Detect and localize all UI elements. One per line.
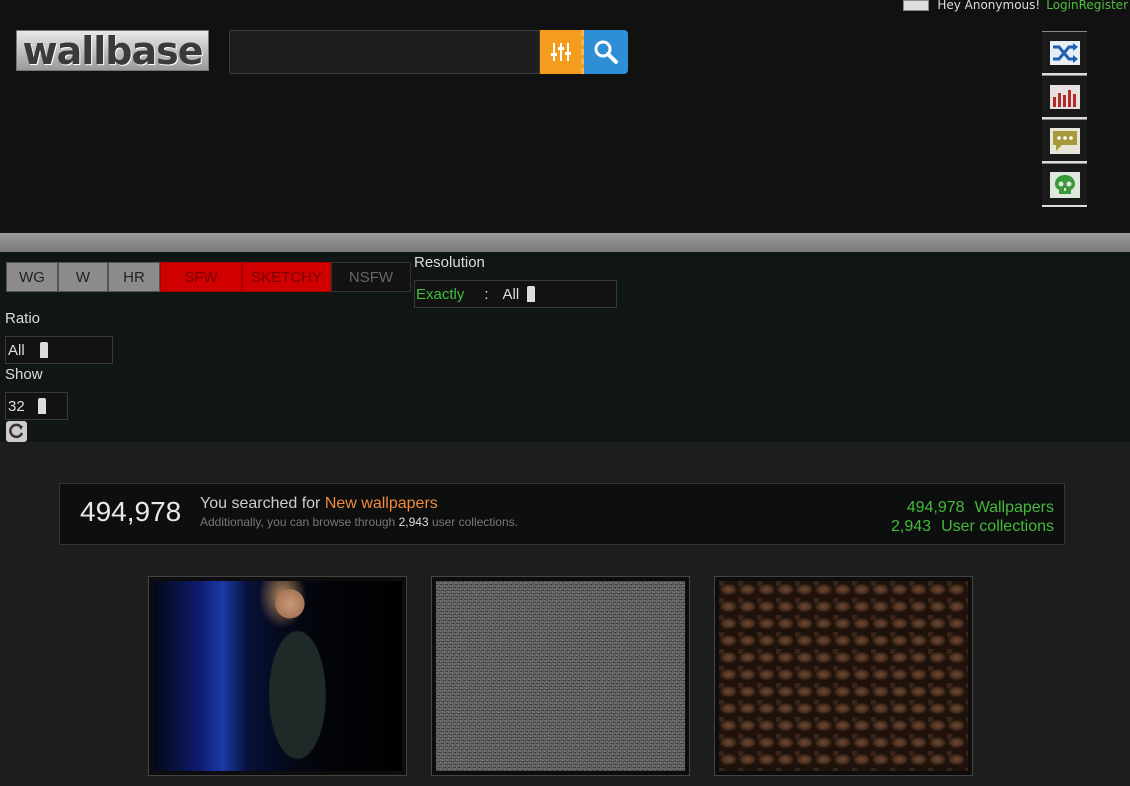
stat-collections-label: User collections: [941, 518, 1054, 535]
show-label: Show: [5, 366, 43, 383]
bar-chart-icon: [1049, 84, 1080, 109]
searched-for-text: You searched for New wallpapers: [200, 495, 438, 513]
toggle-wg[interactable]: WG: [6, 262, 58, 292]
register-link[interactable]: Register: [1079, 0, 1128, 12]
stats-links: 494,978 Wallpapers 2,943 User collections: [891, 498, 1054, 536]
search-icon: [594, 40, 618, 64]
skull-icon: [1049, 171, 1080, 198]
result-count: 494,978: [80, 496, 182, 527]
refresh-icon: [9, 423, 24, 439]
toggle-sketchy[interactable]: SKETCHY: [242, 262, 331, 292]
toggle-nsfw[interactable]: NSFW: [331, 262, 411, 292]
resolution-separator: :: [484, 285, 489, 303]
wallpaper-thumbnail[interactable]: [148, 576, 407, 776]
dropdown-handle-icon[interactable]: [37, 398, 46, 414]
header: Hey Anonymous! LoginRegister wallbase: [0, 0, 1130, 233]
search-button[interactable]: [584, 30, 628, 74]
thumbnail-image: [436, 581, 685, 771]
collections-note: Additionally, you can browse through 2,9…: [200, 515, 518, 529]
thumbnail-image: [719, 581, 968, 771]
show-select[interactable]: 32: [5, 392, 68, 420]
thumbnail-grid: [148, 576, 973, 776]
collections-suffix: user collections.: [431, 515, 518, 529]
side-icon-bar: [1042, 31, 1087, 207]
wallpaper-thumbnail[interactable]: [431, 576, 690, 776]
resolution-select[interactable]: Exactly : All: [414, 280, 617, 308]
toggle-w[interactable]: W: [58, 262, 108, 292]
dropdown-handle-icon[interactable]: [39, 342, 48, 358]
wallpaper-thumbnail[interactable]: [714, 576, 973, 776]
toggle-sfw[interactable]: SFW: [160, 262, 242, 292]
resolution-mode[interactable]: Exactly: [416, 286, 464, 303]
refresh-button[interactable]: [6, 421, 27, 442]
searched-term[interactable]: New wallpapers: [325, 495, 438, 512]
thumbnail-image: [153, 581, 402, 771]
resolution-value: All: [502, 285, 520, 303]
greeting: Hey Anonymous!: [937, 0, 1041, 12]
search-summary: 494,978 You searched for New wallpapers …: [59, 483, 1065, 545]
logo[interactable]: wallbase: [16, 29, 209, 73]
divider-bar: [0, 233, 1130, 252]
toggle-hr[interactable]: HR: [108, 262, 160, 292]
filter-panel: WG W HR SFW SKETCHY NSFW Resolution Exac…: [0, 252, 1130, 442]
show-value: 32: [8, 397, 25, 415]
search-bar: [229, 30, 628, 74]
shuffle-icon: [1049, 40, 1080, 65]
stat-wallpapers[interactable]: 494,978 Wallpapers: [891, 498, 1054, 517]
sliders-icon: [550, 43, 571, 61]
ratio-select[interactable]: All: [5, 336, 113, 364]
toplist-button[interactable]: [1042, 75, 1087, 119]
user-bar: Hey Anonymous! LoginRegister: [903, 0, 1128, 12]
searched-prefix: You searched for: [200, 495, 321, 512]
login-link[interactable]: Login: [1046, 0, 1078, 12]
stat-wallpapers-num: 494,978: [906, 499, 965, 516]
resolution-label: Resolution: [414, 254, 485, 271]
stat-collections[interactable]: 2,943 User collections: [891, 517, 1054, 536]
collections-count: 2,943: [398, 515, 429, 529]
avatar[interactable]: [903, 0, 930, 11]
collections-prefix: Additionally, you can browse through: [200, 515, 396, 529]
search-input[interactable]: [229, 30, 540, 74]
ratio-label: Ratio: [5, 310, 41, 327]
dropdown-handle-icon[interactable]: [527, 286, 536, 302]
stat-wallpapers-label: Wallpapers: [974, 499, 1054, 516]
random-button[interactable]: [1042, 31, 1087, 75]
stat-collections-num: 2,943: [891, 518, 932, 535]
filter-button[interactable]: [540, 30, 584, 74]
forum-button[interactable]: [1042, 119, 1087, 163]
chat-bubble-icon: [1049, 127, 1080, 154]
ratio-value: All: [8, 341, 25, 359]
nsfw-button[interactable]: [1042, 163, 1087, 207]
purity-toggle-group: WG W HR SFW SKETCHY NSFW: [6, 262, 411, 292]
